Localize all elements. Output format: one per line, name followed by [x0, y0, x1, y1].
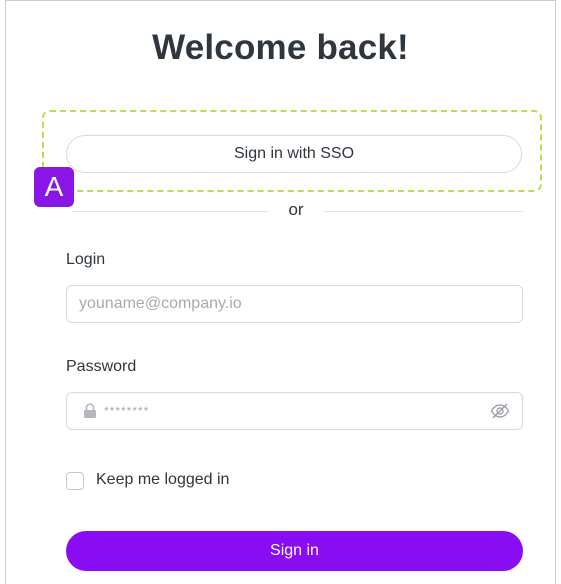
login-input[interactable]	[79, 286, 509, 322]
lock-icon	[84, 403, 96, 418]
login-card: Welcome back! Sign in with SSO A or Logi…	[5, 0, 556, 584]
keep-logged-in-label[interactable]: Keep me logged in	[96, 471, 229, 489]
sso-signin-button[interactable]: Sign in with SSO	[66, 135, 522, 173]
divider-line-right	[323, 211, 523, 212]
divider-text: or	[288, 200, 304, 219]
password-label: Password	[66, 358, 137, 375]
login-field	[66, 285, 523, 323]
login-label: Login	[66, 251, 106, 268]
eye-off-icon[interactable]	[490, 402, 510, 420]
divider-line-left	[72, 211, 269, 212]
page-title: Welcome back!	[152, 28, 409, 67]
sign-in-button[interactable]: Sign in	[66, 531, 523, 571]
keep-logged-in-checkbox[interactable]	[66, 472, 84, 490]
password-field	[66, 392, 523, 430]
password-input[interactable]	[104, 393, 484, 429]
annotation-marker: A	[34, 167, 74, 207]
